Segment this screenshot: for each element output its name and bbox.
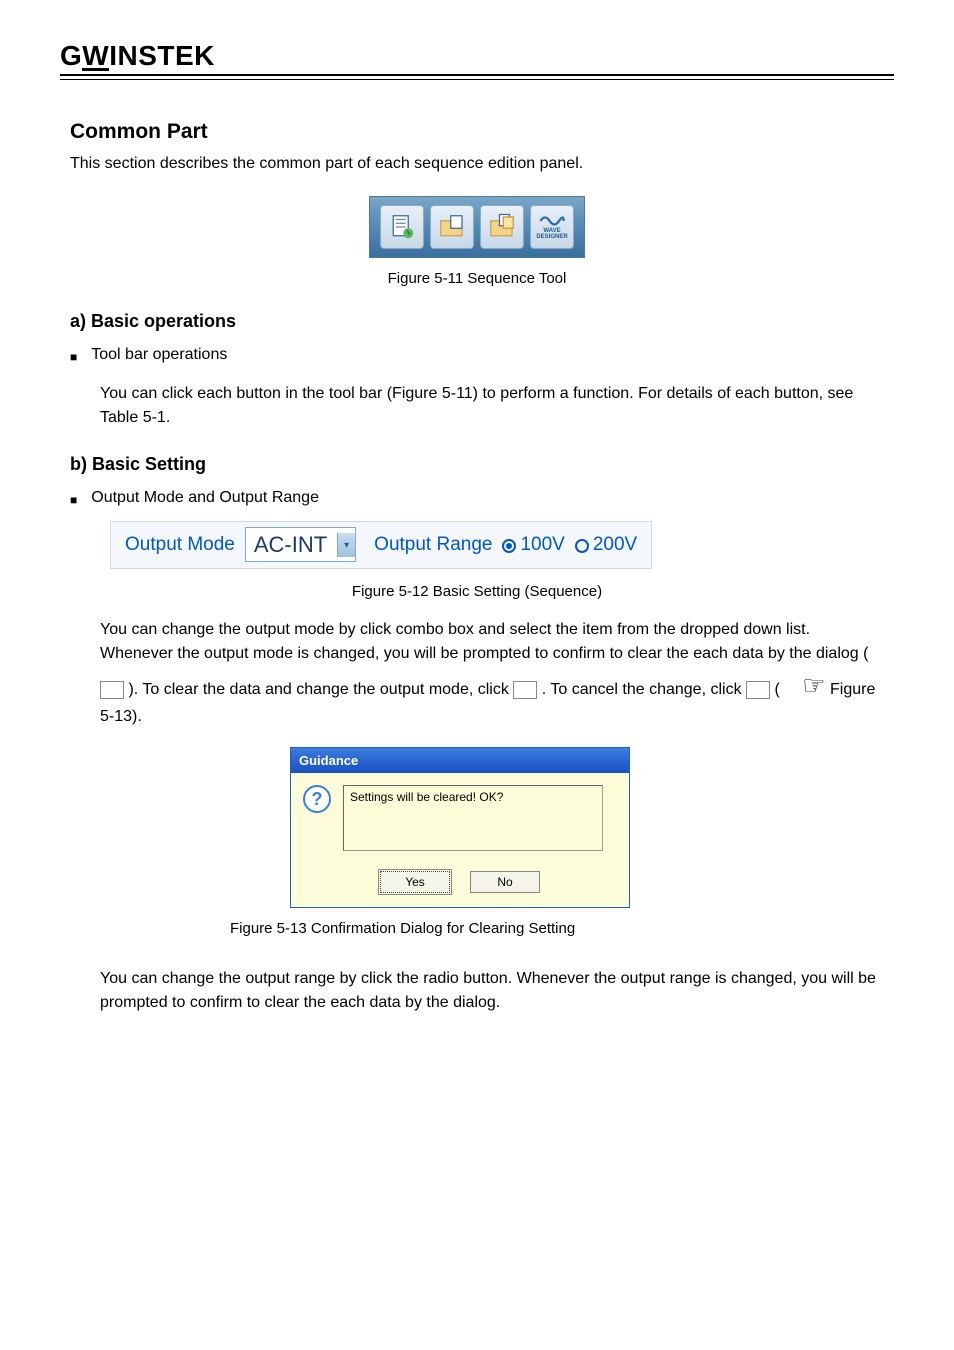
guidance-dialog: Guidance ? Settings will be cleared! OK?… [290,747,630,908]
brand-logo: GWINSTEK [60,40,894,76]
table-link[interactable]: Table 5-1 [100,409,166,426]
output-panel-caption: Figure 5-12 Basic Setting (Sequence) [70,583,884,600]
new-icon[interactable] [380,205,424,249]
open-multi-icon[interactable] [480,205,524,249]
output-mode-range-label: Output Mode and Output Range [91,489,319,507]
wave-designer-icon[interactable]: WAVE DESIGNER [530,205,574,249]
body-para-1: You can change the output mode by click … [100,618,884,729]
section-a-heading: a) Basic operations [70,311,884,332]
logo-instek: INSTEK [109,40,215,72]
sequence-toolbar: WAVE DESIGNER [369,196,585,258]
dialog-caption: Figure 5-13 Confirmation Dialog for Clea… [230,920,884,937]
output-mode-label: Output Mode [125,534,235,556]
wave-label-bottom: DESIGNER [536,234,567,240]
header-divider [60,79,894,80]
logo-w: W [82,40,109,72]
toolbar-ops-label: Tool bar operations [91,346,227,364]
output-range-label: Output Range [374,534,492,556]
section-intro: This section describes the common part o… [70,152,884,176]
placeholder-box-1 [100,681,124,699]
placeholder-box-3 [746,681,770,699]
range-200v-radio[interactable]: 200V [575,534,637,556]
dialog-message: Settings will be cleared! OK? [343,785,603,851]
dialog-yes-button[interactable]: Yes [380,871,450,893]
pointer-icon: ☞ [802,666,825,705]
logo-g: G [60,40,82,72]
toolbar-caption: Figure 5-11 Sequence Tool [70,270,884,287]
placeholder-box-2 [513,681,537,699]
section-b-heading: b) Basic Setting [70,454,884,475]
output-settings-panel: Output Mode AC-INT ▾ Output Range 100V 2… [110,521,652,569]
dialog-titlebar: Guidance [291,748,629,773]
section-title: Common Part [70,120,884,144]
bullet-square: ■ [70,350,77,364]
bullet-square-2: ■ [70,493,77,507]
range-100v-radio[interactable]: 100V [502,534,564,556]
chevron-down-icon[interactable]: ▾ [337,533,355,557]
open-icon[interactable] [430,205,474,249]
section-a-para: You can click each button in the tool ba… [100,382,884,430]
body-para-2: You can change the output range by click… [100,967,884,1015]
dialog-no-button[interactable]: No [470,871,540,893]
question-icon: ? [303,785,331,813]
